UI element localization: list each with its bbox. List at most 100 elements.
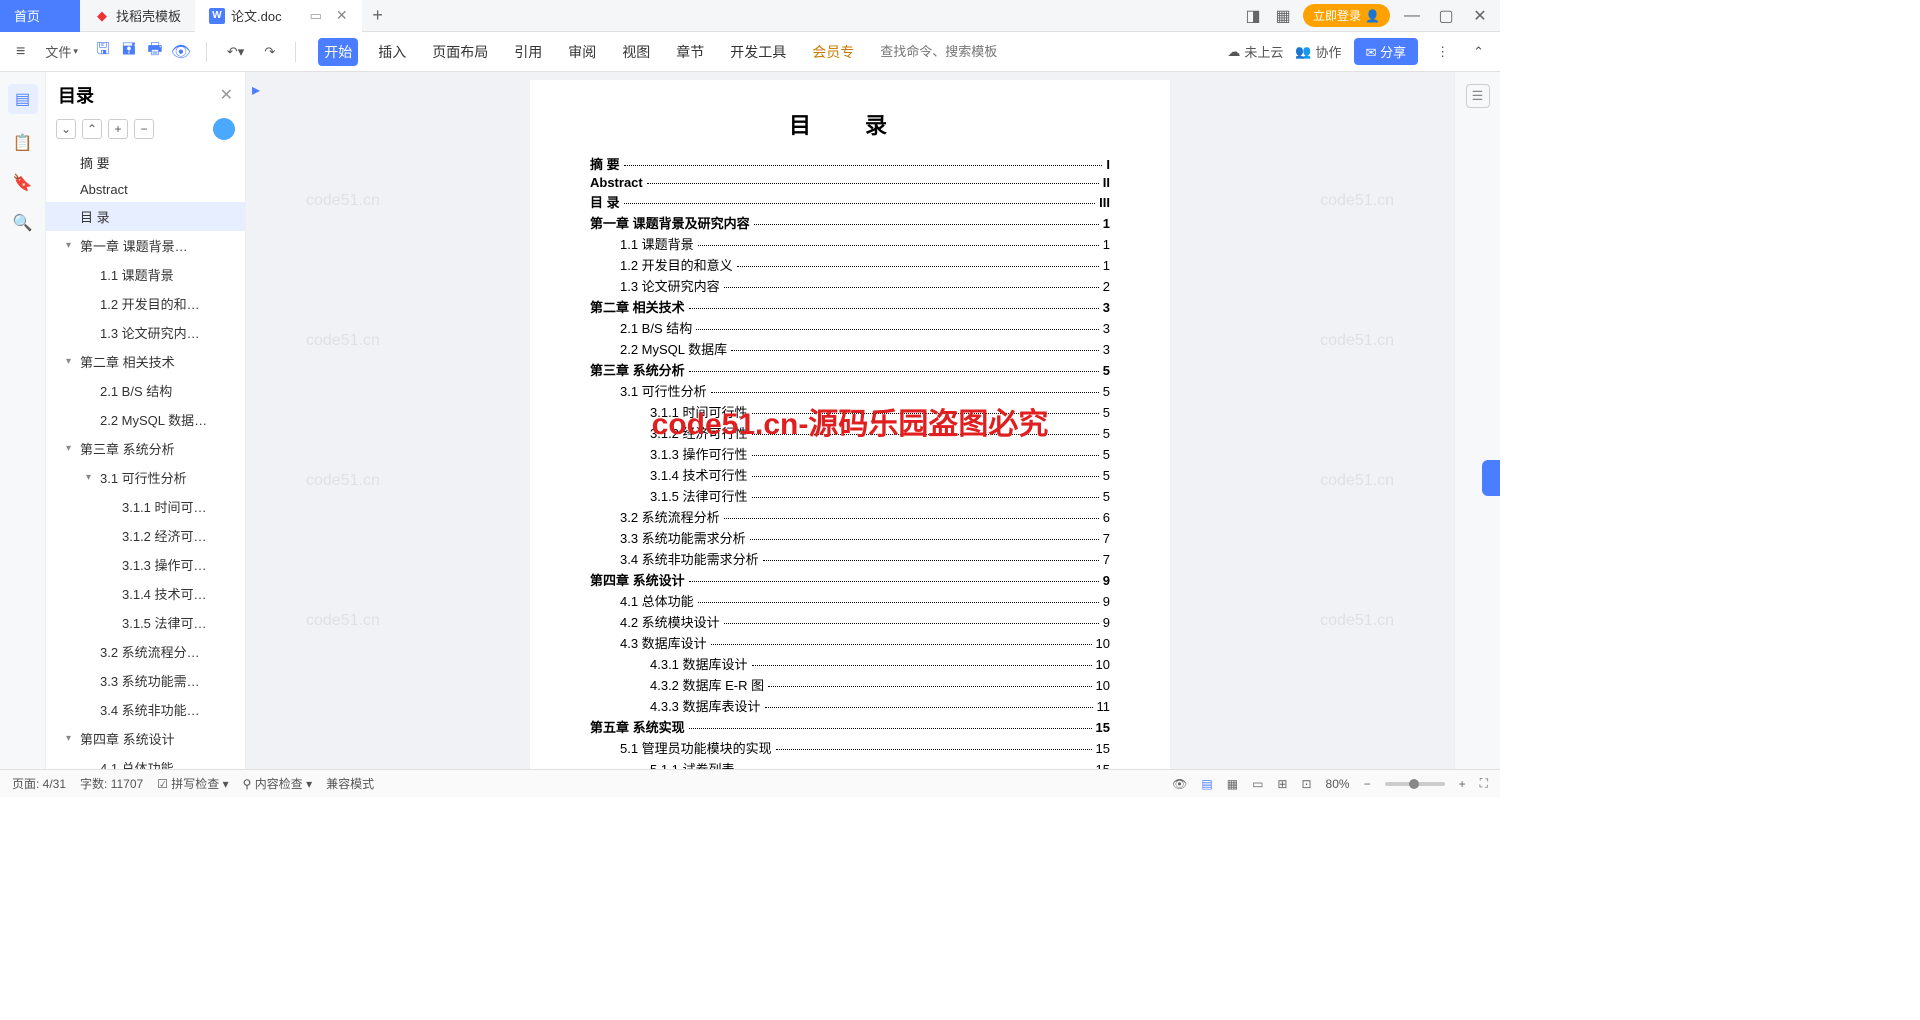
ribbon-tab[interactable]: 插入	[372, 38, 412, 66]
zoom-level[interactable]: 80%	[1326, 777, 1350, 791]
clipboard-icon[interactable]: 📋	[12, 132, 34, 154]
ribbon-tab[interactable]: 页面布局	[426, 38, 494, 66]
more-icon[interactable]: ⋮	[1430, 40, 1455, 64]
outline-item[interactable]: 1.2 开发目的和…	[46, 289, 245, 318]
toc-line: 1.2 开发目的和意义1	[590, 255, 1110, 274]
right-rail: ☰	[1454, 72, 1500, 769]
outline-item[interactable]: 1.3 论文研究内…	[46, 318, 245, 347]
word-count[interactable]: 字数: 11707	[80, 775, 143, 792]
outline-item[interactable]: 4.1 总体功能	[46, 753, 245, 769]
outline-item[interactable]: ▾第二章 相关技术	[46, 347, 245, 376]
outline-item[interactable]: ▾第三章 系统分析	[46, 434, 245, 463]
web-layout-icon[interactable]: ▭	[1252, 777, 1263, 791]
sidebar-toggle-icon[interactable]: ◨	[1243, 6, 1263, 26]
page-indicator[interactable]: 页面: 4/31	[12, 775, 66, 792]
chevron-down-icon: ▾	[66, 443, 80, 454]
zoom-out-icon[interactable]: −	[1364, 777, 1371, 791]
outline-item-label: 3.3 系统功能需…	[100, 671, 200, 690]
apps-icon[interactable]: ▦	[1273, 6, 1293, 26]
outline-item[interactable]: Abstract	[46, 177, 245, 202]
cloud-status[interactable]: ☁未上云	[1227, 42, 1283, 61]
share-button[interactable]: ✉ 分享	[1354, 38, 1419, 65]
command-search[interactable]	[880, 43, 1060, 61]
chevron-up-icon[interactable]: ⌃	[1467, 40, 1490, 64]
close-window-icon[interactable]: ✕	[1468, 6, 1492, 26]
eye-mode-icon[interactable]: 👁	[1172, 777, 1187, 791]
spellcheck-status[interactable]: ☑ 拼写检查 ▾	[157, 775, 228, 792]
outline-item[interactable]: ▾第一章 课题背景…	[46, 231, 245, 260]
print-preview-icon[interactable]: 👁	[170, 41, 192, 63]
read-layout-icon[interactable]: ▤	[1201, 777, 1212, 791]
style-panel-icon[interactable]: ☰	[1466, 84, 1490, 108]
tab-document[interactable]: W 论文.doc ▭ ✕	[195, 0, 362, 32]
save-icon[interactable]: 🖫	[92, 41, 114, 63]
search-icon[interactable]: 🔍	[12, 212, 34, 234]
compat-mode[interactable]: 兼容模式	[326, 775, 374, 792]
outline-item[interactable]: 3.1.2 经济可…	[46, 521, 245, 550]
close-icon[interactable]: ✕	[336, 7, 348, 24]
add-heading-icon[interactable]: +	[108, 119, 128, 139]
outline-item[interactable]: 3.4 系统非功能…	[46, 695, 245, 724]
page-gutter-icon[interactable]: ▸	[252, 80, 260, 100]
page-layout-icon[interactable]: ▦	[1227, 777, 1238, 791]
outline-item[interactable]: 目 录	[46, 202, 245, 231]
minimize-icon[interactable]: —	[1400, 7, 1424, 25]
tab-templates[interactable]: ◆ 找稻壳模板	[80, 0, 195, 32]
command-search-input[interactable]	[880, 44, 1060, 59]
bookmark-icon[interactable]: 🔖	[12, 172, 34, 194]
outline-item[interactable]: 摘 要	[46, 148, 245, 177]
outline-item[interactable]: 3.1.3 操作可…	[46, 550, 245, 579]
toc-text: 3.3 系统功能需求分析	[620, 528, 746, 547]
outline-item[interactable]: 2.2 MySQL 数据…	[46, 405, 245, 434]
outline-item[interactable]: 3.3 系统功能需…	[46, 666, 245, 695]
outline-item-label: 第一章 课题背景…	[80, 236, 188, 255]
outline-item-label: 第二章 相关技术	[80, 352, 175, 371]
outline-item-label: 1.2 开发目的和…	[100, 294, 200, 313]
outline-item[interactable]: ▾3.1 可行性分析	[46, 463, 245, 492]
redo-button[interactable]: ↷	[258, 40, 281, 64]
remove-heading-icon[interactable]: −	[134, 119, 154, 139]
ribbon-tab[interactable]: 章节	[670, 38, 710, 66]
fullscreen-icon[interactable]: ⛶	[1480, 776, 1488, 791]
toc-page: 9	[1103, 615, 1110, 630]
ribbon-tab[interactable]: 审阅	[562, 38, 602, 66]
outline-item[interactable]: 3.1.5 法律可…	[46, 608, 245, 637]
fit-width-icon[interactable]: ⊡	[1301, 777, 1311, 791]
content-check-status[interactable]: ⚲ 内容检查 ▾	[243, 775, 313, 792]
feedback-tab[interactable]	[1482, 460, 1500, 496]
ribbon-tab[interactable]: 视图	[616, 38, 656, 66]
outline-item[interactable]: 1.1 课题背景	[46, 260, 245, 289]
toc-line: 2.2 MySQL 数据库3	[590, 339, 1110, 358]
new-tab-button[interactable]: +	[362, 0, 394, 32]
maximize-icon[interactable]: ▢	[1434, 6, 1458, 26]
ribbon-tab[interactable]: 开发工具	[724, 38, 792, 66]
outline-item[interactable]: 2.1 B/S 结构	[46, 376, 245, 405]
document-area[interactable]: ▸ 目 录 摘 要IAbstractII目 录III第一章 课题背景及研究内容1…	[246, 72, 1454, 769]
menu-icon[interactable]: ≡	[10, 39, 31, 65]
print-icon[interactable]: 🖶	[144, 41, 166, 63]
toc-line: 4.3 数据库设计10	[590, 633, 1110, 652]
collapse-all-icon[interactable]: ⌄	[56, 119, 76, 139]
zoom-slider[interactable]	[1385, 782, 1445, 786]
ribbon-tab[interactable]: 会员专	[806, 38, 860, 66]
split-view-icon[interactable]: ▭	[310, 8, 322, 24]
collab-button[interactable]: 👥协作	[1295, 42, 1341, 61]
tab-home[interactable]: 首页	[0, 0, 80, 32]
ribbon-tab[interactable]: 开始	[318, 38, 358, 66]
panel-close-icon[interactable]: ✕	[220, 85, 233, 105]
zoom-in-icon[interactable]: +	[1459, 777, 1466, 791]
outline-item[interactable]: 3.2 系统流程分…	[46, 637, 245, 666]
outline-layout-icon[interactable]: ⊞	[1277, 777, 1287, 791]
file-menu[interactable]: 文件 ▾	[39, 38, 84, 65]
save-as-icon[interactable]: 🖬	[118, 41, 140, 63]
undo-button[interactable]: ↶▾	[221, 40, 250, 64]
outline-item[interactable]: 3.1.4 技术可…	[46, 579, 245, 608]
ribbon-tab[interactable]: 引用	[508, 38, 548, 66]
outline-icon[interactable]: ▤	[8, 84, 38, 114]
ai-assist-icon[interactable]	[213, 118, 235, 140]
outline-item[interactable]: ▾第四章 系统设计	[46, 724, 245, 753]
toc-line: 第一章 课题背景及研究内容1	[590, 213, 1110, 232]
login-button[interactable]: 立即登录👤	[1303, 4, 1390, 27]
expand-all-icon[interactable]: ⌃	[82, 119, 102, 139]
outline-item[interactable]: 3.1.1 时间可…	[46, 492, 245, 521]
